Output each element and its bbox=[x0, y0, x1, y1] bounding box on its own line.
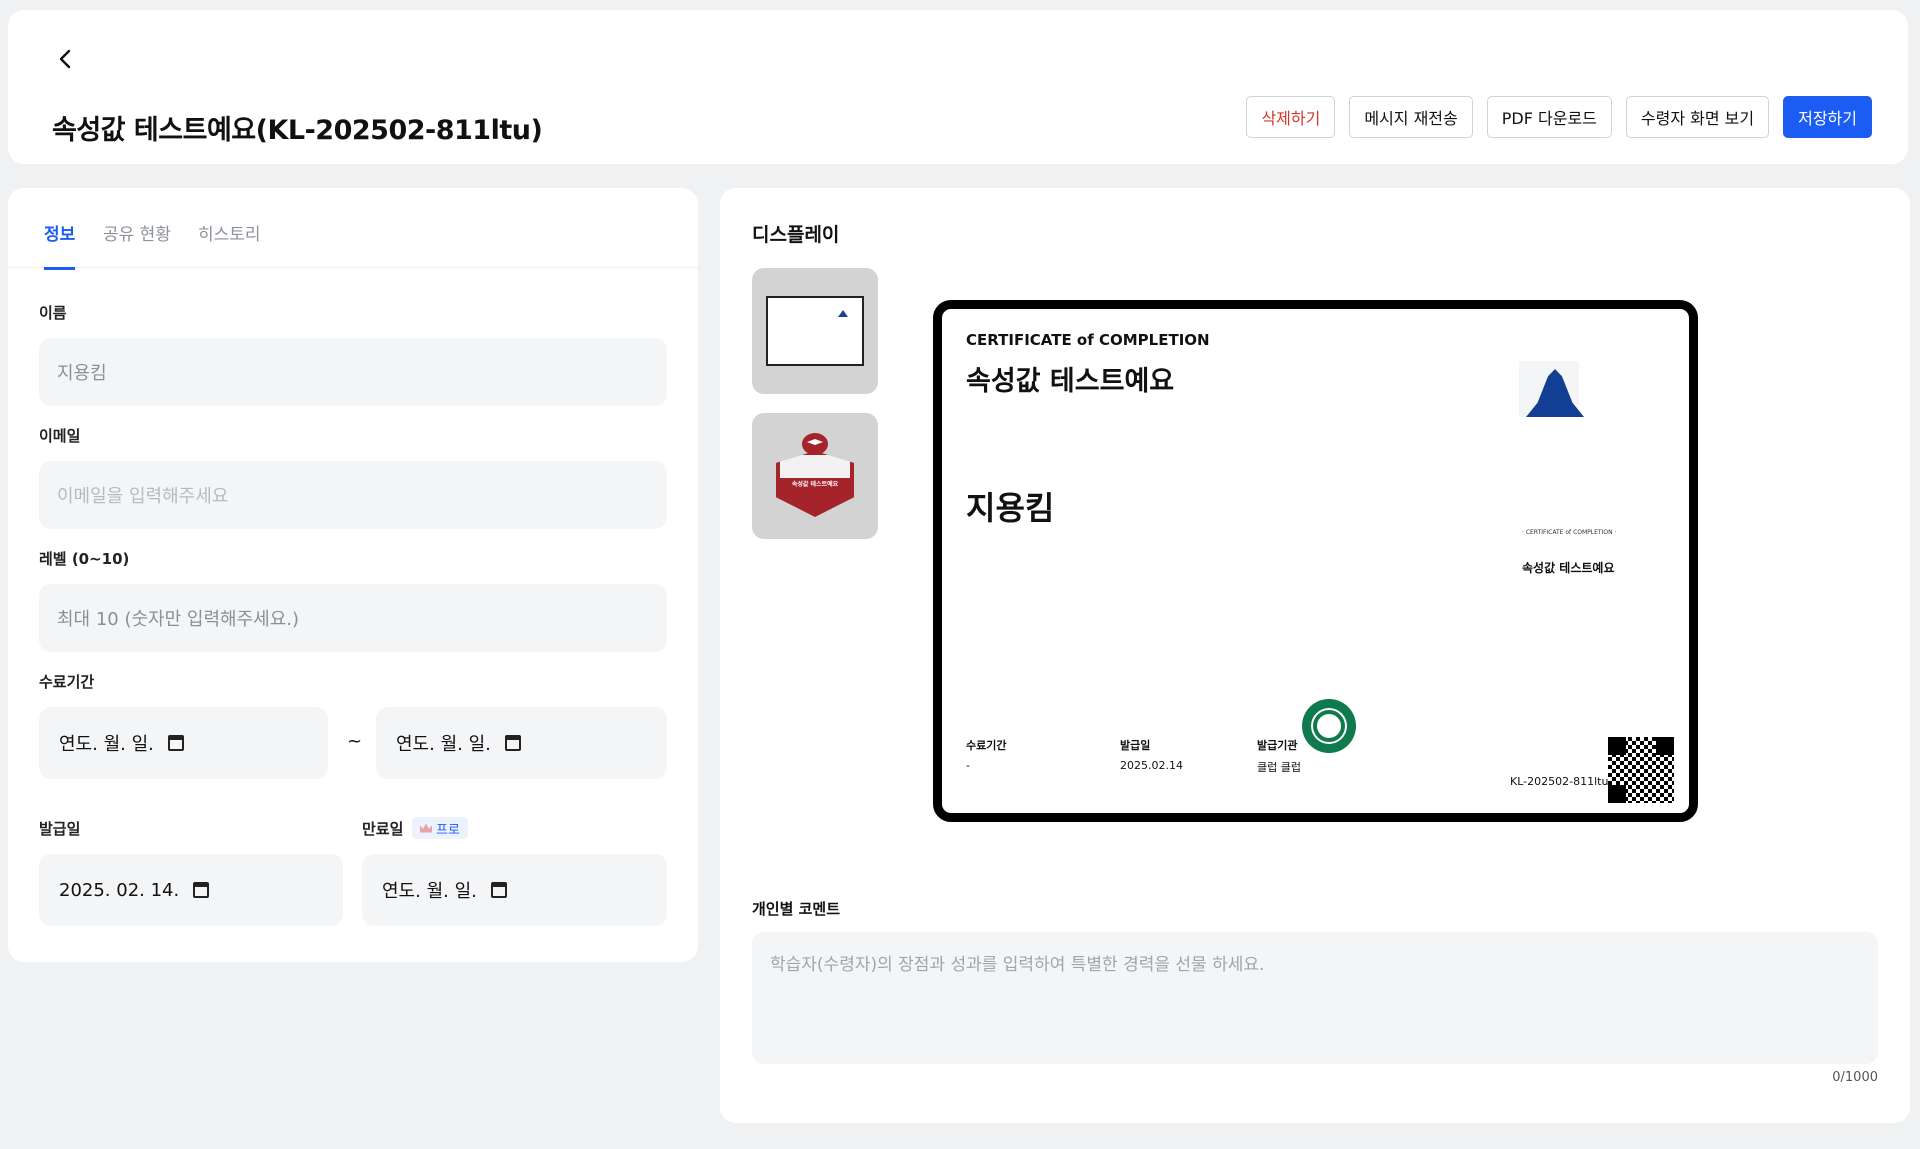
pro-badge-label: 프로 bbox=[436, 822, 460, 838]
badge-course-text: 속성값 테스트예요 bbox=[791, 481, 839, 488]
certificate-code: KL-202502-811ltu bbox=[1510, 775, 1609, 788]
comment-input[interactable] bbox=[752, 932, 1878, 1064]
cert-period-label: 수료기간 bbox=[966, 739, 1007, 752]
badge-thumbnail[interactable]: 속성값 테스트예요 bbox=[752, 413, 878, 539]
certificate-recipient-name: 지용킴 bbox=[966, 489, 1055, 527]
certificate-sub-header: · CERTIFICATE of COMPLETION · bbox=[1522, 529, 1617, 536]
level-label: 레벨 (0~10) bbox=[39, 550, 130, 568]
period-start-value: 연도. 월. 일. bbox=[59, 734, 154, 755]
tab-bar: 정보 공유 현황 히스토리 bbox=[8, 188, 698, 270]
calendar-icon bbox=[504, 735, 521, 751]
period-start-date[interactable]: 연도. 월. 일. bbox=[39, 707, 328, 779]
certificate-thumbnail[interactable] bbox=[752, 268, 878, 394]
period-end-date[interactable]: 연도. 월. 일. bbox=[376, 707, 667, 779]
calendar-icon bbox=[490, 882, 507, 898]
name-field[interactable]: 지용킴 bbox=[39, 338, 667, 406]
level-field[interactable]: 최대 10 (숫자만 입력해주세요.) bbox=[39, 584, 667, 652]
mini-certificate bbox=[766, 296, 864, 366]
page-title: 속성값 테스트예요(KL-202502-811ltu) bbox=[52, 115, 543, 146]
recipient-view-button[interactable]: 수령자 화면 보기 bbox=[1625, 96, 1770, 138]
cert-issuer-label: 발급기관 bbox=[1257, 739, 1298, 752]
name-label: 이름 bbox=[39, 304, 67, 322]
certificate-preview: CERTIFICATE of COMPLETION 속성값 테스트예요 지용킴 … bbox=[933, 300, 1698, 822]
save-button[interactable]: 저장하기 bbox=[1783, 96, 1872, 138]
mountain-logo-icon bbox=[838, 310, 848, 317]
cert-issue-label: 발급일 bbox=[1120, 739, 1151, 752]
badge-image: 속성값 테스트예요 bbox=[772, 433, 858, 519]
cert-period-value: - bbox=[966, 759, 970, 772]
delete-button[interactable]: 삭제하기 bbox=[1246, 96, 1336, 138]
comment-label: 개인별 코멘트 bbox=[752, 900, 841, 918]
issue-date-label: 발급일 bbox=[39, 820, 81, 838]
crown-icon bbox=[420, 823, 432, 833]
issue-date-field[interactable]: 2025. 02. 14. bbox=[39, 854, 343, 926]
tab-share-status[interactable]: 공유 현황 bbox=[103, 220, 171, 267]
header-actions: 삭제하기 메시지 재전송 PDF 다운로드 수령자 화면 보기 저장하기 bbox=[1246, 96, 1872, 138]
cert-issuer-value: 클럽 클럽 bbox=[1257, 761, 1301, 774]
header-card: 속성값 테스트예요(KL-202502-811ltu) 삭제하기 메시지 재전송… bbox=[8, 10, 1908, 164]
calendar-icon bbox=[167, 735, 184, 751]
pdf-download-button[interactable]: PDF 다운로드 bbox=[1486, 96, 1612, 138]
certificate-header: CERTIFICATE of COMPLETION bbox=[966, 331, 1210, 349]
issuer-logo-icon bbox=[1302, 699, 1356, 753]
info-panel: 정보 공유 현황 히스토리 이름 지용킴 이메일 이메일을 입력해주세요 레벨 … bbox=[8, 188, 698, 962]
calendar-icon bbox=[193, 882, 210, 898]
display-panel: 디스플레이 속성값 테스트예요 CERTIFICATE of COMPLETIO… bbox=[720, 188, 1910, 1123]
chevron-left-icon bbox=[59, 49, 71, 69]
back-button[interactable] bbox=[50, 44, 80, 74]
expire-date-field[interactable]: 연도. 월. 일. bbox=[362, 854, 667, 926]
certificate-course: 속성값 테스트예요 bbox=[966, 366, 1175, 397]
issue-date-value: 2025. 02. 14. bbox=[59, 879, 180, 901]
tab-info[interactable]: 정보 bbox=[44, 220, 76, 270]
tab-history[interactable]: 히스토리 bbox=[198, 220, 261, 267]
period-separator: ~ bbox=[347, 731, 363, 752]
certificate-sub-course: 속성값 테스트예요 bbox=[1522, 561, 1615, 575]
period-end-value: 연도. 월. 일. bbox=[396, 734, 491, 755]
pro-badge: 프로 bbox=[412, 817, 468, 839]
qr-code-icon bbox=[1608, 737, 1674, 803]
expire-date-label: 만료일 bbox=[362, 820, 404, 838]
cert-issue-value: 2025.02.14 bbox=[1120, 759, 1183, 772]
email-field[interactable]: 이메일을 입력해주세요 bbox=[39, 461, 667, 529]
expire-date-value: 연도. 월. 일. bbox=[382, 881, 477, 902]
period-label: 수료기간 bbox=[39, 673, 95, 691]
comment-counter: 0/1000 bbox=[1832, 1070, 1878, 1085]
email-label: 이메일 bbox=[39, 427, 81, 445]
display-title: 디스플레이 bbox=[752, 224, 840, 246]
resend-message-button[interactable]: 메시지 재전송 bbox=[1349, 96, 1473, 138]
